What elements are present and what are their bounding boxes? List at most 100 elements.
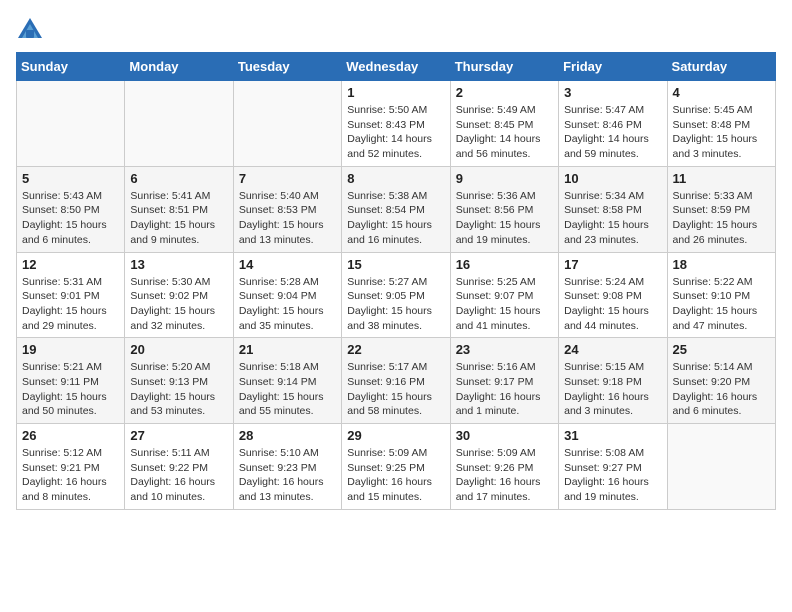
day-number: 22 [347,342,444,357]
calendar-week-row: 26 Sunrise: 5:12 AM Sunset: 9:21 PM Dayli… [17,424,776,510]
calendar-cell: 23 Sunrise: 5:16 AM Sunset: 9:17 PM Dayli… [450,338,558,424]
calendar-week-row: 1 Sunrise: 5:50 AM Sunset: 8:43 PM Daylig… [17,81,776,167]
calendar-week-row: 12Sunrise: 5:31 AM Sunset: 9:01 PM Dayli… [17,252,776,338]
weekday-header: Monday [125,53,233,81]
day-info: Sunrise: 5:38 AM Sunset: 8:54 PM Dayligh… [347,189,444,248]
day-number: 28 [239,428,336,443]
calendar-cell: 19 Sunrise: 5:21 AM Sunset: 9:11 PM Dayli… [17,338,125,424]
day-number: 17 [564,257,661,272]
calendar-cell: 10 Sunrise: 5:34 AM Sunset: 8:58 PM Dayli… [559,166,667,252]
calendar-cell: 8 Sunrise: 5:38 AM Sunset: 8:54 PM Daylig… [342,166,450,252]
day-info: Sunrise: 5:09 AM Sunset: 9:25 PM Dayligh… [347,446,444,505]
calendar-header: SundayMondayTuesdayWednesdayThursdayFrid… [17,53,776,81]
day-number: 4 [673,85,770,100]
day-info: Sunrise: 5:24 AM Sunset: 9:08 PM Dayligh… [564,275,661,334]
day-number: 18 [673,257,770,272]
day-number: 25 [673,342,770,357]
calendar-header-row: SundayMondayTuesdayWednesdayThursdayFrid… [17,53,776,81]
calendar-cell: 18 Sunrise: 5:22 AM Sunset: 9:10 PM Dayli… [667,252,775,338]
calendar-cell: 24 Sunrise: 5:15 AM Sunset: 9:18 PM Dayli… [559,338,667,424]
day-number: 3 [564,85,661,100]
day-number: 19 [22,342,119,357]
day-info: Sunrise: 5:10 AM Sunset: 9:23 PM Dayligh… [239,446,336,505]
weekday-header: Friday [559,53,667,81]
day-info: Sunrise: 5:11 AM Sunset: 9:22 PM Dayligh… [130,446,227,505]
weekday-header: Thursday [450,53,558,81]
day-info: Sunrise: 5:14 AM Sunset: 9:20 PM Dayligh… [673,360,770,419]
day-info: Sunrise: 5:50 AM Sunset: 8:43 PM Dayligh… [347,103,444,162]
day-number: 11 [673,171,770,186]
day-number: 20 [130,342,227,357]
calendar-cell [125,81,233,167]
calendar-cell: 7 Sunrise: 5:40 AM Sunset: 8:53 PM Daylig… [233,166,341,252]
day-number: 30 [456,428,553,443]
day-info: Sunrise: 5:22 AM Sunset: 9:10 PM Dayligh… [673,275,770,334]
day-info: Sunrise: 5:20 AM Sunset: 9:13 PM Dayligh… [130,360,227,419]
day-number: 13 [130,257,227,272]
day-info: Sunrise: 5:43 AM Sunset: 8:50 PM Dayligh… [22,189,119,248]
weekday-header: Tuesday [233,53,341,81]
calendar-cell: 20 Sunrise: 5:20 AM Sunset: 9:13 PM Dayli… [125,338,233,424]
day-info: Sunrise: 5:21 AM Sunset: 9:11 PM Dayligh… [22,360,119,419]
day-number: 24 [564,342,661,357]
day-info: Sunrise: 5:08 AM Sunset: 9:27 PM Dayligh… [564,446,661,505]
day-number: 10 [564,171,661,186]
day-info: Sunrise: 5:12 AM Sunset: 9:21 PM Dayligh… [22,446,119,505]
day-info: Sunrise: 5:09 AM Sunset: 9:26 PM Dayligh… [456,446,553,505]
day-number: 29 [347,428,444,443]
calendar-cell [233,81,341,167]
calendar-cell: 22 Sunrise: 5:17 AM Sunset: 9:16 PM Dayli… [342,338,450,424]
day-number: 16 [456,257,553,272]
calendar-cell: 4Sunrise: 5:45 AM Sunset: 8:48 PM Daylig… [667,81,775,167]
day-number: 7 [239,171,336,186]
day-info: Sunrise: 5:27 AM Sunset: 9:05 PM Dayligh… [347,275,444,334]
day-info: Sunrise: 5:33 AM Sunset: 8:59 PM Dayligh… [673,189,770,248]
day-number: 23 [456,342,553,357]
day-info: Sunrise: 5:40 AM Sunset: 8:53 PM Dayligh… [239,189,336,248]
day-info: Sunrise: 5:17 AM Sunset: 9:16 PM Dayligh… [347,360,444,419]
day-info: Sunrise: 5:28 AM Sunset: 9:04 PM Dayligh… [239,275,336,334]
calendar-cell: 12Sunrise: 5:31 AM Sunset: 9:01 PM Dayli… [17,252,125,338]
weekday-header: Saturday [667,53,775,81]
day-number: 21 [239,342,336,357]
day-info: Sunrise: 5:34 AM Sunset: 8:58 PM Dayligh… [564,189,661,248]
day-info: Sunrise: 5:25 AM Sunset: 9:07 PM Dayligh… [456,275,553,334]
calendar-cell: 2Sunrise: 5:49 AM Sunset: 8:45 PM Daylig… [450,81,558,167]
calendar-cell: 14 Sunrise: 5:28 AM Sunset: 9:04 PM Dayli… [233,252,341,338]
day-number: 31 [564,428,661,443]
day-number: 14 [239,257,336,272]
calendar-cell: 3 Sunrise: 5:47 AM Sunset: 8:46 PM Daylig… [559,81,667,167]
calendar-cell [17,81,125,167]
calendar-cell: 30 Sunrise: 5:09 AM Sunset: 9:26 PM Dayli… [450,424,558,510]
calendar-cell: 11 Sunrise: 5:33 AM Sunset: 8:59 PM Dayli… [667,166,775,252]
day-number: 26 [22,428,119,443]
calendar-cell: 9Sunrise: 5:36 AM Sunset: 8:56 PM Daylig… [450,166,558,252]
calendar-week-row: 5Sunrise: 5:43 AM Sunset: 8:50 PM Daylig… [17,166,776,252]
day-number: 15 [347,257,444,272]
day-info: Sunrise: 5:36 AM Sunset: 8:56 PM Dayligh… [456,189,553,248]
calendar-cell: 16 Sunrise: 5:25 AM Sunset: 9:07 PM Dayli… [450,252,558,338]
day-info: Sunrise: 5:18 AM Sunset: 9:14 PM Dayligh… [239,360,336,419]
calendar-cell: 29 Sunrise: 5:09 AM Sunset: 9:25 PM Dayli… [342,424,450,510]
day-info: Sunrise: 5:49 AM Sunset: 8:45 PM Dayligh… [456,103,553,162]
calendar-cell: 17 Sunrise: 5:24 AM Sunset: 9:08 PM Dayli… [559,252,667,338]
calendar-cell: 25 Sunrise: 5:14 AM Sunset: 9:20 PM Dayli… [667,338,775,424]
day-info: Sunrise: 5:15 AM Sunset: 9:18 PM Dayligh… [564,360,661,419]
day-number: 27 [130,428,227,443]
day-info: Sunrise: 5:30 AM Sunset: 9:02 PM Dayligh… [130,275,227,334]
calendar-cell: 26 Sunrise: 5:12 AM Sunset: 9:21 PM Dayli… [17,424,125,510]
day-number: 1 [347,85,444,100]
calendar-cell: 5Sunrise: 5:43 AM Sunset: 8:50 PM Daylig… [17,166,125,252]
calendar-cell: 13 Sunrise: 5:30 AM Sunset: 9:02 PM Dayli… [125,252,233,338]
logo-icon [16,16,44,44]
calendar-cell [667,424,775,510]
calendar-cell: 15 Sunrise: 5:27 AM Sunset: 9:05 PM Dayli… [342,252,450,338]
day-info: Sunrise: 5:47 AM Sunset: 8:46 PM Dayligh… [564,103,661,162]
day-info: Sunrise: 5:16 AM Sunset: 9:17 PM Dayligh… [456,360,553,419]
calendar-cell: 28 Sunrise: 5:10 AM Sunset: 9:23 PM Dayli… [233,424,341,510]
calendar-cell: 31 Sunrise: 5:08 AM Sunset: 9:27 PM Dayli… [559,424,667,510]
day-number: 8 [347,171,444,186]
weekday-header: Sunday [17,53,125,81]
calendar-week-row: 19 Sunrise: 5:21 AM Sunset: 9:11 PM Dayli… [17,338,776,424]
day-info: Sunrise: 5:41 AM Sunset: 8:51 PM Dayligh… [130,189,227,248]
